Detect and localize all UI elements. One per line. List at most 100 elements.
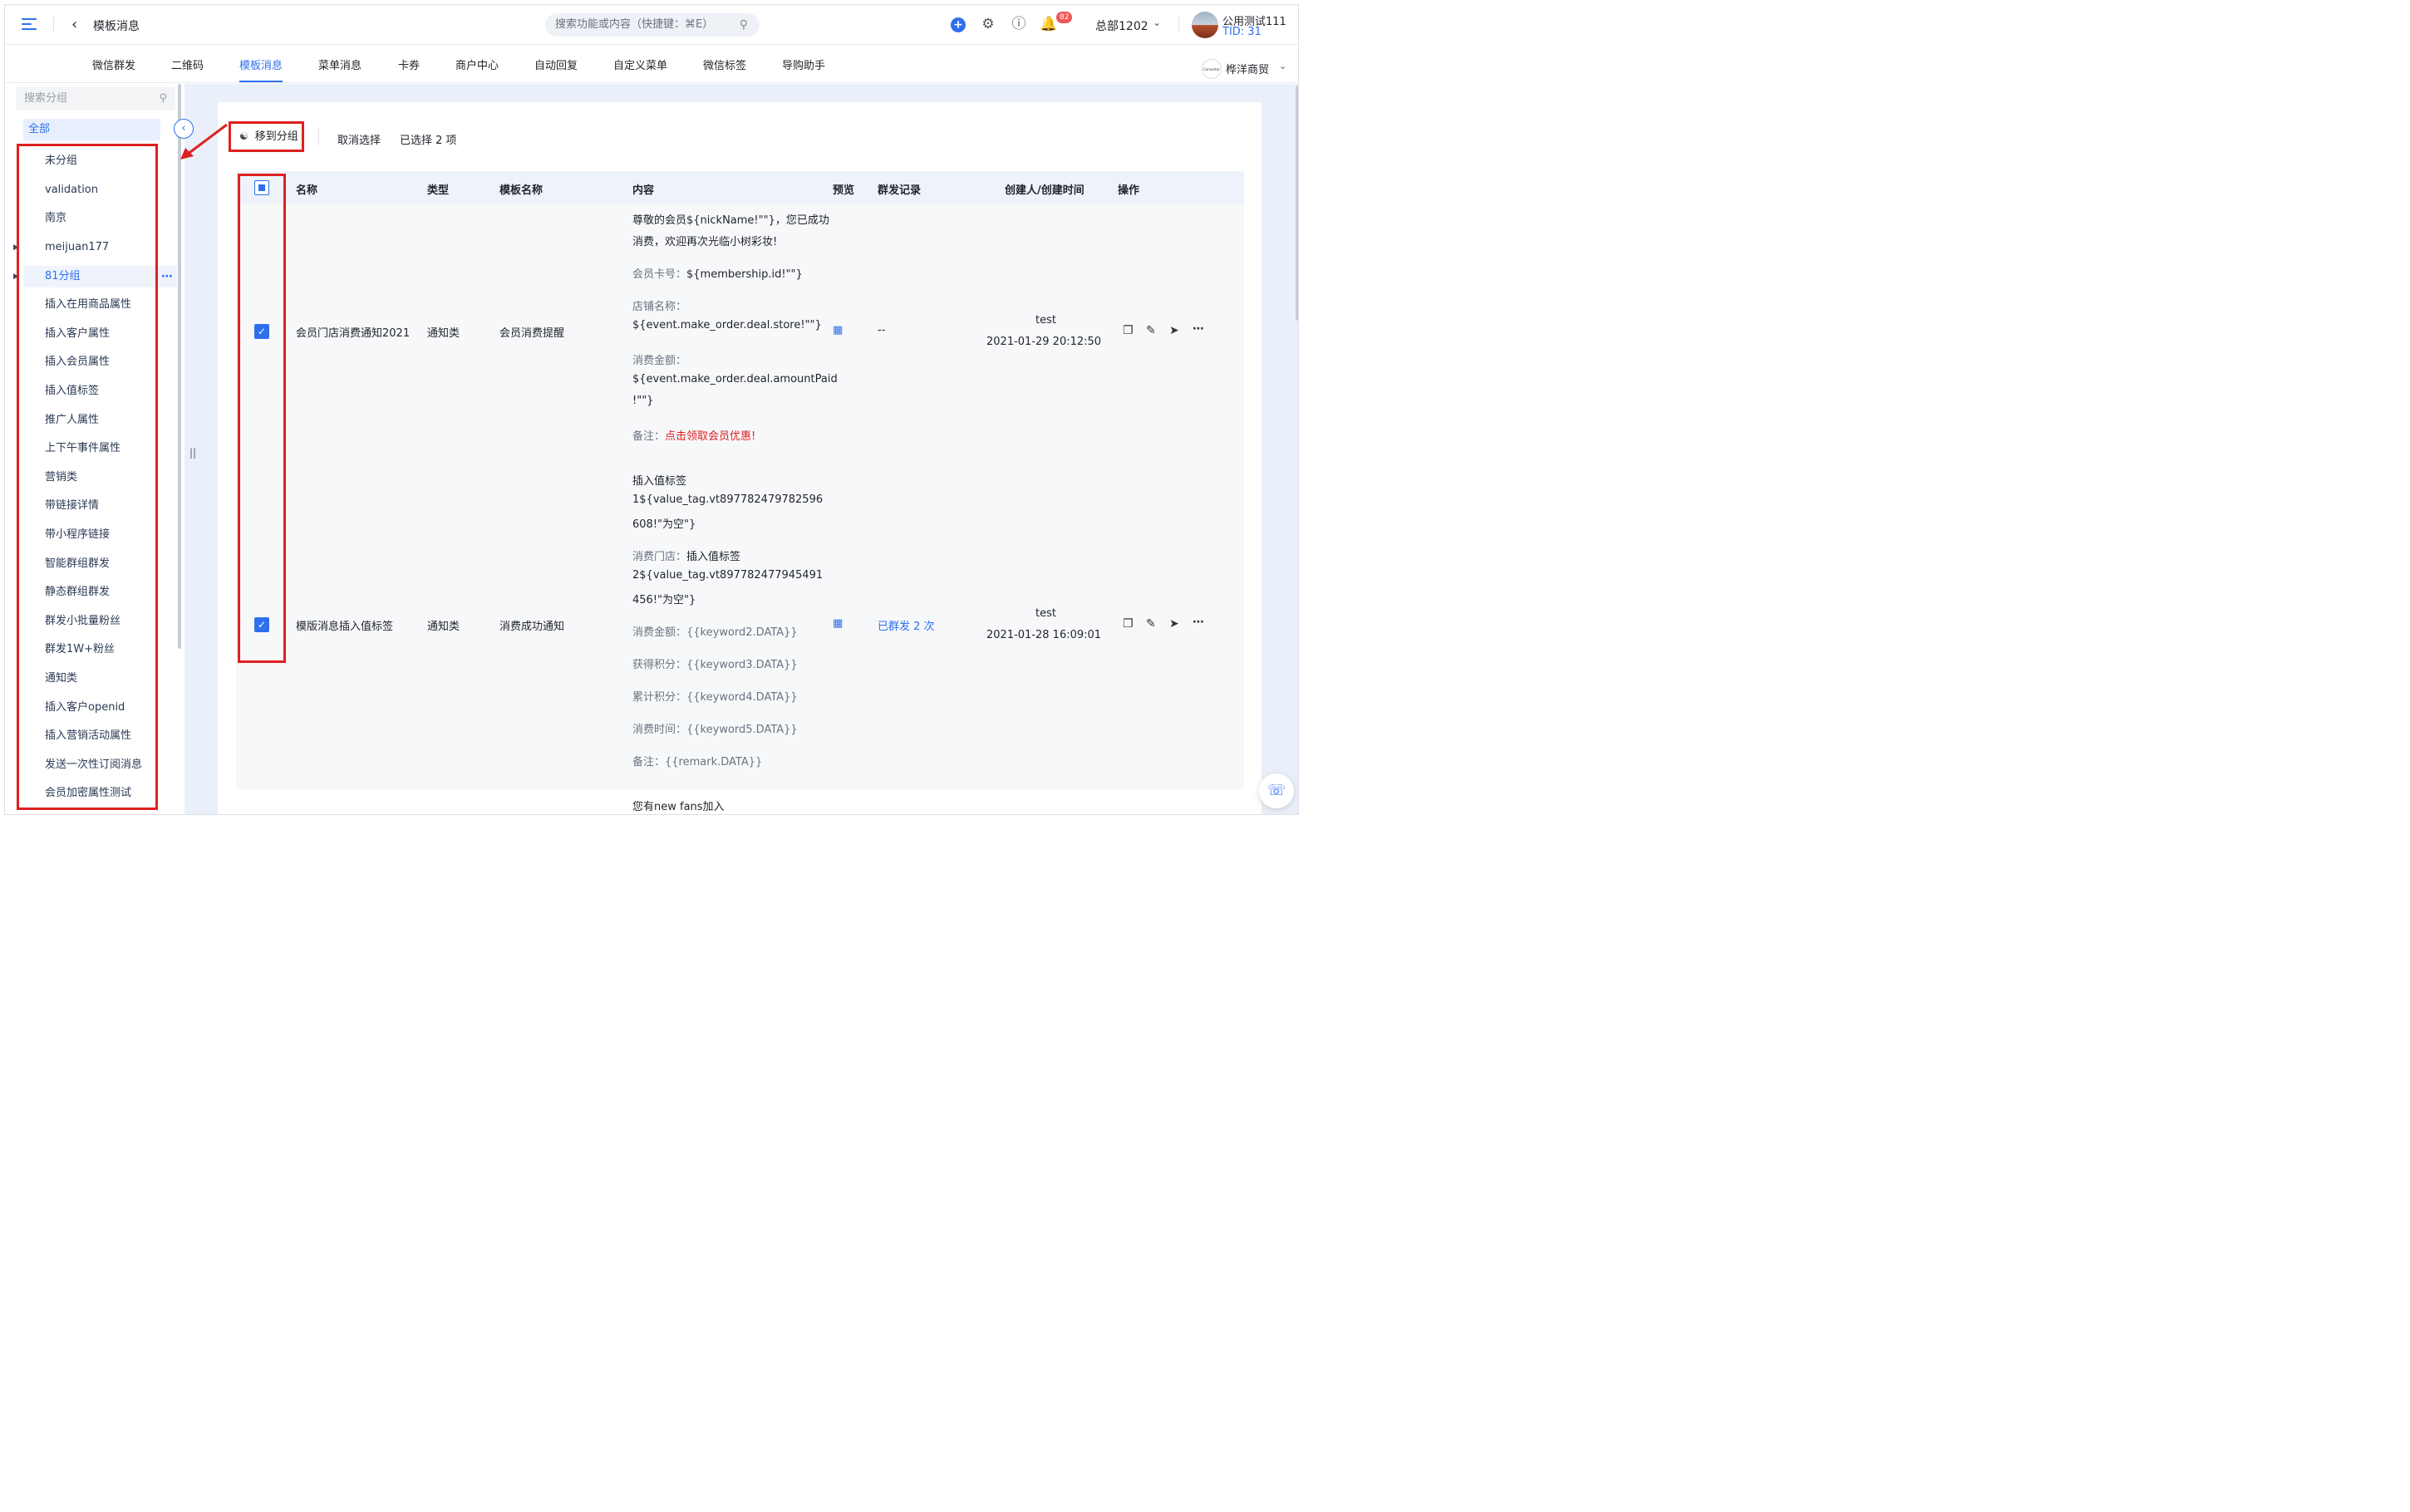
caret-right-icon[interactable]: ▶ xyxy=(13,237,19,258)
group-label: 带链接详情 xyxy=(45,499,100,512)
group-item[interactable]: 带小程序链接 xyxy=(30,524,110,546)
send-icon[interactable]: ➤ xyxy=(1169,324,1179,337)
more-icon[interactable]: ⋯ xyxy=(161,266,174,287)
group-item[interactable]: 插入在用商品属性 xyxy=(30,294,131,316)
group-item[interactable]: 智能群组群发 xyxy=(30,553,110,575)
group-item[interactable]: 发送一次性订阅消息 xyxy=(30,754,142,776)
content-value: 608!"为空"} xyxy=(632,518,696,531)
tab-merchant-center[interactable]: 商户中心 xyxy=(455,56,499,72)
search-icon[interactable]: ⚲ xyxy=(740,13,748,37)
edit-icon[interactable]: ✎ xyxy=(1146,324,1156,337)
tab-wechat-tags[interactable]: 微信标签 xyxy=(703,56,746,72)
content-value: {{keyword2.DATA}} xyxy=(686,626,798,639)
plus-icon[interactable]: + xyxy=(951,17,966,32)
avatar[interactable] xyxy=(1192,12,1218,38)
chevron-down-icon[interactable]: ⌄ xyxy=(1279,61,1286,71)
back-icon[interactable]: ‹ xyxy=(71,17,77,33)
tab-shopping-assistant[interactable]: 导购助手 xyxy=(782,56,825,72)
edit-icon[interactable]: ✎ xyxy=(1146,617,1156,631)
org-switcher[interactable]: 总部1202 xyxy=(1095,17,1148,34)
bell-icon[interactable]: 🔔 xyxy=(1040,15,1058,33)
tab-auto-reply[interactable]: 自动回复 xyxy=(534,56,578,72)
content-label: 消费时间： xyxy=(632,724,687,736)
cancel-selection-button[interactable]: 取消选择 xyxy=(337,131,381,147)
tab-coupon[interactable]: 卡券 xyxy=(398,56,420,72)
group-item[interactable]: 会员加密属性测试 xyxy=(30,783,131,804)
group-label: 插入在用商品属性 xyxy=(45,298,132,311)
row-checkbox[interactable]: ✓ xyxy=(254,617,269,632)
tab-template-message[interactable]: 模板消息 xyxy=(239,56,283,72)
group-item[interactable]: 带链接详情 xyxy=(30,495,99,517)
group-item[interactable]: 插入值标签 xyxy=(30,380,99,402)
group-item[interactable]: validation xyxy=(30,179,98,201)
caret-right-icon[interactable]: ▶ xyxy=(13,266,19,287)
group-item[interactable]: 通知类 xyxy=(30,668,77,690)
group-item[interactable]: ▶ meijuan177 xyxy=(13,237,109,258)
collapse-sidebar-icon[interactable]: ‹ xyxy=(174,119,194,139)
row-checkbox[interactable]: ✓ xyxy=(254,324,269,339)
row-name[interactable]: 会员门店消费通知2021 xyxy=(296,324,410,340)
support-headset-icon[interactable]: ☏ xyxy=(1259,773,1294,808)
content-label: 消费金额： xyxy=(632,355,687,367)
top-bar: ‹ 模板消息 搜索功能或内容（快捷键：⌘E） ⚲ + ⚙ ⓘ 🔔 82 总部12… xyxy=(5,5,1298,45)
send-icon[interactable]: ➤ xyxy=(1169,617,1179,631)
tab-custom-menu[interactable]: 自定义菜单 xyxy=(613,56,667,72)
brand-switcher[interactable]: 桦洋商贸 xyxy=(1226,61,1269,76)
gear-icon[interactable]: ⚙ xyxy=(979,15,997,33)
content-label: 获得积分： xyxy=(632,659,687,671)
content-line: 获得积分：{{keyword3.DATA}} xyxy=(632,655,798,671)
qrcode-preview-icon[interactable]: ▦ xyxy=(833,324,843,336)
search-icon[interactable]: ⚲ xyxy=(159,87,167,110)
group-item[interactable]: 推广人属性 xyxy=(30,410,99,431)
group-item[interactable]: 南京 xyxy=(30,208,66,229)
more-icon[interactable]: ⋯ xyxy=(1193,322,1204,336)
select-all-checkbox[interactable] xyxy=(254,180,269,195)
group-item[interactable]: 静态群组群发 xyxy=(30,582,110,603)
resize-handle[interactable]: || xyxy=(189,447,196,459)
user-tid: TID: 31 xyxy=(1222,26,1262,38)
copy-icon[interactable]: ❐ xyxy=(1123,617,1134,631)
tab-qrcode[interactable]: 二维码 xyxy=(171,56,204,72)
group-label: 智能群组群发 xyxy=(45,557,111,570)
group-search-input[interactable]: 搜索分组 ⚲ xyxy=(16,87,175,110)
group-item[interactable]: 群发小批量粉丝 xyxy=(30,611,120,632)
group-label: 未分组 xyxy=(45,155,78,167)
group-item[interactable]: 插入客户属性 xyxy=(30,323,110,345)
group-item[interactable]: 插入客户openid xyxy=(30,697,125,719)
copy-icon[interactable]: ❐ xyxy=(1123,324,1134,337)
group-label: 插入营销活动属性 xyxy=(45,729,132,742)
group-item[interactable]: 营销类 xyxy=(30,467,77,488)
tab-menu-message[interactable]: 菜单消息 xyxy=(318,56,362,72)
main-scrollbar[interactable] xyxy=(1296,86,1298,321)
content-label: 消费门店： xyxy=(632,551,687,563)
tab-wechat-broadcast[interactable]: 微信群发 xyxy=(92,56,135,72)
group-item[interactable]: 群发1W+粉丝 xyxy=(30,639,115,660)
group-item[interactable]: 上下午事件属性 xyxy=(30,438,120,459)
group-label: 带小程序链接 xyxy=(45,528,111,541)
content-value: ${membership.id!""} xyxy=(686,268,803,281)
group-item[interactable]: 插入会员属性 xyxy=(30,351,110,373)
app-window: ‹ 模板消息 搜索功能或内容（快捷键：⌘E） ⚲ + ⚙ ⓘ 🔔 82 总部12… xyxy=(4,4,1299,815)
move-to-group-button[interactable]: ☯ 移到分组 xyxy=(229,121,304,152)
group-all[interactable]: 全部 xyxy=(23,119,160,140)
move-to-group-label: 移到分组 xyxy=(254,130,298,143)
help-icon[interactable]: ⓘ xyxy=(1010,15,1028,33)
content-line: 消费金额： xyxy=(632,351,686,367)
content-value: 消费，欢迎再次光临小树彩妆! xyxy=(632,236,778,248)
menu-icon[interactable] xyxy=(22,18,37,30)
content-label: 备注： xyxy=(632,430,666,443)
group-item-active[interactable]: ▶ 81分组 xyxy=(13,266,81,287)
chevron-down-icon[interactable]: ⌄ xyxy=(1153,17,1161,28)
sidebar-scrollbar[interactable] xyxy=(178,84,181,649)
global-search-input[interactable]: 搜索功能或内容（快捷键：⌘E） ⚲ xyxy=(545,13,760,37)
content-label: 备注： xyxy=(632,756,666,768)
group-item[interactable]: 未分组 xyxy=(30,150,77,172)
more-icon[interactable]: ⋯ xyxy=(1193,616,1204,629)
qrcode-preview-icon[interactable]: ▦ xyxy=(833,617,843,630)
group-item[interactable]: 插入营销活动属性 xyxy=(30,725,131,747)
group-label: 上下午事件属性 xyxy=(45,442,121,454)
group-label: 营销类 xyxy=(45,471,78,484)
content-line: 456!"为空"} xyxy=(632,591,696,606)
send-record-link[interactable]: 已群发 2 次 xyxy=(878,617,935,633)
row-name[interactable]: 模版消息插入值标签 xyxy=(296,617,393,633)
